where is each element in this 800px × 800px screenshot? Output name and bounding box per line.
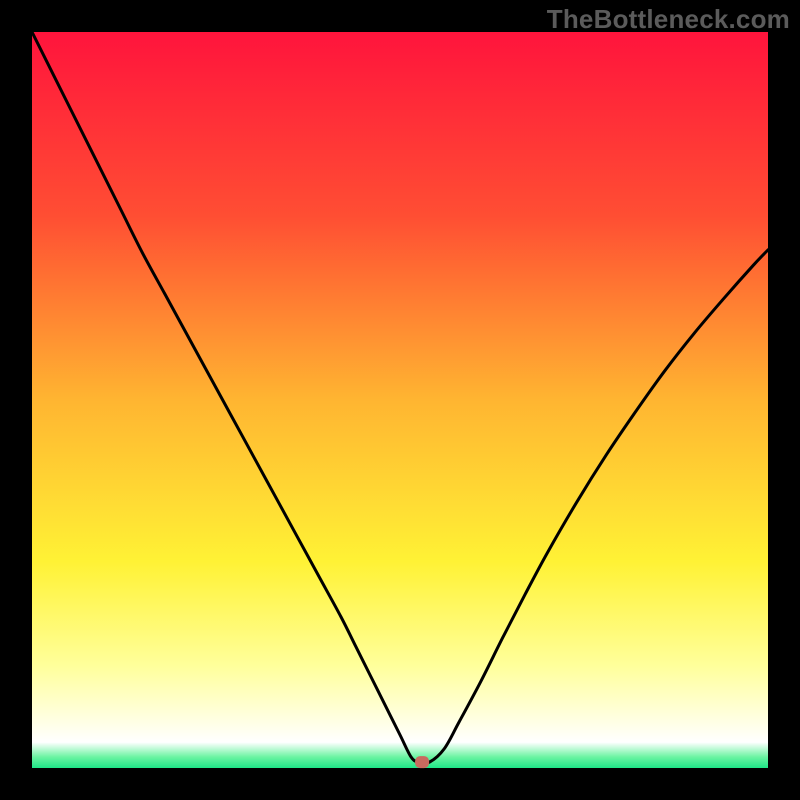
chart-background xyxy=(32,32,768,768)
minimum-marker xyxy=(415,756,429,768)
bottleneck-chart xyxy=(0,0,800,800)
chart-frame: { "watermark": "TheBottleneck.com", "cha… xyxy=(0,0,800,800)
